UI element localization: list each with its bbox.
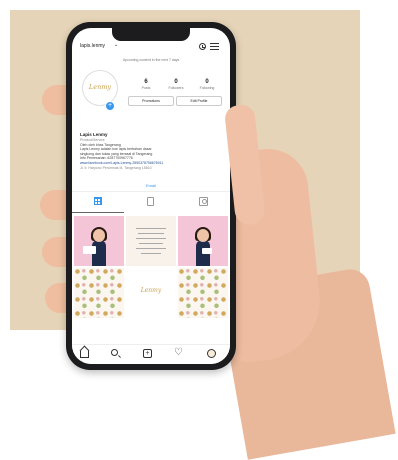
new-post-icon[interactable]: + (141, 348, 155, 360)
email-button[interactable]: Email (80, 183, 222, 188)
tagged-icon (199, 197, 208, 206)
home-icon[interactable] (78, 348, 92, 360)
following-count: 0 (205, 79, 209, 85)
search-icon[interactable] (109, 348, 123, 360)
chevron-down-icon[interactable]: ⌄ (114, 42, 118, 48)
edit-profile-button[interactable]: Edit Profile (176, 96, 222, 106)
phone-screen: lapis.lenmy ⌄ Upcoming content in the ne… (72, 28, 230, 364)
profile-bio: Lapis Lenmy Product/Service Oleh oleh kh… (80, 132, 220, 170)
person-head (197, 229, 209, 242)
post-thumbnail[interactable]: Lenmy (126, 268, 176, 318)
promotions-button[interactable]: Promotions (128, 96, 174, 106)
post-thumbnail[interactable] (74, 216, 124, 266)
avatar[interactable]: Lenmy (82, 70, 118, 106)
tab-igtv[interactable] (125, 192, 177, 212)
grid-icon (94, 197, 102, 205)
bio-name: Lapis Lenmy (80, 132, 108, 137)
add-story-icon[interactable]: + (105, 101, 115, 111)
following-label: Following (199, 86, 215, 90)
archive-icon[interactable] (199, 43, 206, 50)
phone-notch (112, 28, 190, 41)
post-thumbnail[interactable] (178, 268, 228, 318)
tab-tagged[interactable] (178, 192, 230, 212)
phone-frame: lapis.lenmy ⌄ Upcoming content in the ne… (66, 22, 236, 370)
upcoming-notice[interactable]: Upcoming content in the next 7 days (72, 58, 230, 62)
following-stat[interactable]: 0 Following (189, 79, 225, 90)
held-sign (83, 246, 96, 254)
profile-icon[interactable] (205, 348, 219, 360)
username-switcher[interactable]: lapis.lenmy (80, 43, 105, 49)
person-head (93, 229, 105, 242)
activity-icon[interactable]: ♡ (173, 347, 187, 360)
bio-location[interactable]: Jl. Ir. Haryono Perumnas III, Tangerang … (80, 166, 220, 171)
tab-grid[interactable] (72, 192, 124, 213)
menu-icon[interactable] (210, 43, 219, 51)
held-sign (202, 248, 212, 254)
profile-tabs (72, 192, 230, 213)
igtv-icon (147, 197, 154, 206)
post-thumbnail[interactable] (178, 216, 228, 266)
post-logo-text: Lenmy (140, 287, 162, 294)
post-thumbnail[interactable] (74, 268, 124, 318)
posts-grid: Lenmy (74, 216, 228, 318)
bottom-nav: + ♡ (72, 344, 230, 364)
post-thumbnail[interactable] (126, 216, 176, 266)
profile-topbar: lapis.lenmy ⌄ (72, 42, 230, 56)
avatar-logo-text: Lenmy (88, 83, 112, 91)
